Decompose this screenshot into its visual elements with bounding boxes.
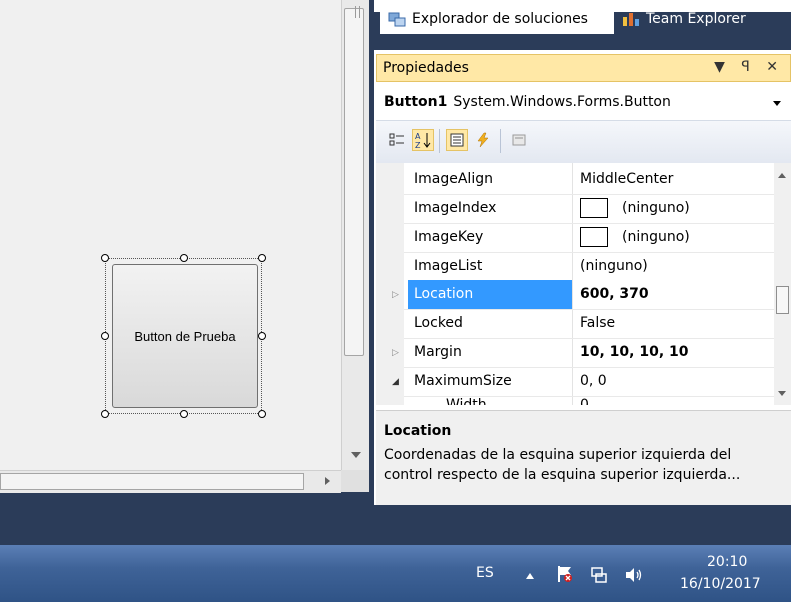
property-row-imagekey[interactable]: ImageKey (ninguno) (376, 223, 774, 252)
toolbar-separator (439, 129, 440, 153)
clock-time[interactable]: 20:10 (707, 554, 747, 570)
expand-arrow-icon[interactable]: ▷ (392, 348, 399, 358)
property-value[interactable]: 10, 10, 10, 10 (580, 338, 689, 367)
designer-vertical-thumb[interactable] (344, 8, 364, 356)
svg-text:A: A (415, 132, 421, 141)
language-indicator[interactable]: ES (476, 565, 494, 581)
network-icon[interactable] (590, 566, 608, 584)
action-center-flag-icon[interactable] (556, 565, 574, 583)
properties-list-icon (450, 133, 464, 147)
description-pane: Location Coordenadas de la esquina super… (376, 410, 791, 505)
solution-explorer-icon (388, 12, 406, 27)
tab-team-explorer[interactable]: Team Explorer (614, 4, 791, 34)
property-grid-scrollbar[interactable] (774, 163, 791, 405)
resize-handle-sw[interactable] (101, 410, 109, 418)
events-button[interactable] (472, 129, 494, 151)
alphabetical-button[interactable]: AZ (412, 129, 434, 151)
property-grid: ImageAlign MiddleCenter ImageIndex (ning… (376, 163, 774, 405)
property-value[interactable]: False (580, 309, 615, 338)
image-swatch (580, 227, 608, 248)
windows-taskbar: ES 20:10 16/10/2017 (0, 545, 791, 602)
team-explorer-icon (623, 13, 639, 26)
property-value[interactable]: MiddleCenter (580, 165, 673, 194)
property-value[interactable]: 600, 370 (580, 280, 649, 309)
test-button-label: Button de Prueba (134, 328, 236, 344)
properties-toolbar: AZ (376, 120, 791, 164)
property-name: ImageAlign (414, 171, 493, 187)
svg-text:Z: Z (415, 141, 421, 149)
property-grid-thumb[interactable] (776, 286, 789, 314)
chevron-down-icon[interactable] (773, 101, 781, 106)
scroll-down-arrow-icon[interactable] (778, 391, 786, 396)
object-name: Button1 (384, 94, 448, 110)
property-row-location[interactable]: ▷ Location 600, 370 (376, 280, 774, 309)
toolbar-separator (500, 129, 501, 153)
tab-solution-explorer[interactable]: Explorador de soluciones (380, 4, 614, 34)
object-type: System.Windows.Forms.Button (453, 94, 671, 110)
expand-arrow-icon[interactable]: ▷ (392, 290, 399, 300)
image-swatch (580, 198, 608, 219)
property-value: (ninguno) (622, 200, 690, 216)
properties-title-bar[interactable]: Propiedades ▼ ꟼ ✕ (376, 54, 791, 82)
collapse-arrow-icon[interactable]: ◢ (392, 377, 399, 387)
sort-alphabetical-icon: AZ (415, 132, 431, 149)
resize-handle-se[interactable] (258, 410, 266, 418)
description-text: Coordenadas de la esquina superior izqui… (384, 447, 741, 483)
lightning-icon (477, 132, 489, 148)
tab-team-explorer-label: Team Explorer (646, 11, 746, 27)
show-hidden-icons-icon[interactable] (526, 573, 534, 579)
categorized-button[interactable] (386, 129, 408, 151)
scroll-right-arrow-icon[interactable] (325, 477, 330, 485)
property-row-margin[interactable]: ▷ Margin 10, 10, 10, 10 (376, 338, 774, 367)
categorized-icon (389, 133, 404, 146)
resize-handle-n[interactable] (180, 254, 188, 262)
property-pages-icon (512, 134, 526, 146)
resize-handle-ne[interactable] (258, 254, 266, 262)
property-value[interactable]: (ninguno) (580, 252, 648, 281)
property-name: ImageList (414, 258, 483, 274)
window-controls-icon[interactable]: ▼ ꟼ ✕ (714, 59, 784, 75)
tab-solution-explorer-label: Explorador de soluciones (412, 11, 588, 27)
property-row-imagealign[interactable]: ImageAlign MiddleCenter (376, 165, 774, 194)
description-title: Location (384, 423, 452, 439)
property-row-imageindex[interactable]: ImageIndex (ninguno) (376, 194, 774, 223)
property-name: ImageIndex (414, 200, 497, 216)
property-pages-button[interactable] (508, 129, 530, 151)
properties-view-button[interactable] (446, 129, 468, 151)
property-name: ImageKey (414, 229, 484, 245)
property-value-container[interactable]: (ninguno) (580, 223, 690, 252)
property-row-imagelist[interactable]: ImageList (ninguno) (376, 252, 774, 281)
scroll-down-arrow-icon[interactable] (351, 452, 361, 458)
resize-handle-s[interactable] (180, 410, 188, 418)
resize-handle-w[interactable] (101, 332, 109, 340)
test-button[interactable]: Button de Prueba (112, 264, 258, 408)
property-name: Locked (414, 315, 463, 331)
volume-icon[interactable] (624, 566, 644, 584)
property-value: (ninguno) (622, 229, 690, 245)
property-name: Width (446, 397, 487, 405)
property-name: Margin (414, 344, 462, 360)
scroll-up-arrow-icon[interactable] (778, 173, 786, 178)
resize-handle-nw[interactable] (101, 254, 109, 262)
property-value[interactable]: 0 (580, 391, 589, 405)
designer-horizontal-thumb[interactable] (0, 473, 304, 490)
scrollbar-corner (341, 470, 369, 492)
object-selector[interactable]: Button1 System.Windows.Forms.Button (376, 86, 791, 118)
property-name: Location (414, 286, 474, 302)
resize-handle-e[interactable] (258, 332, 266, 340)
clock-date[interactable]: 16/10/2017 (680, 576, 761, 592)
property-row-width[interactable]: Width 0 (376, 391, 774, 405)
splitter-grip[interactable] (355, 6, 360, 18)
property-row-locked[interactable]: Locked False (376, 309, 774, 338)
properties-title: Propiedades (383, 60, 469, 76)
property-value-container[interactable]: (ninguno) (580, 194, 690, 223)
